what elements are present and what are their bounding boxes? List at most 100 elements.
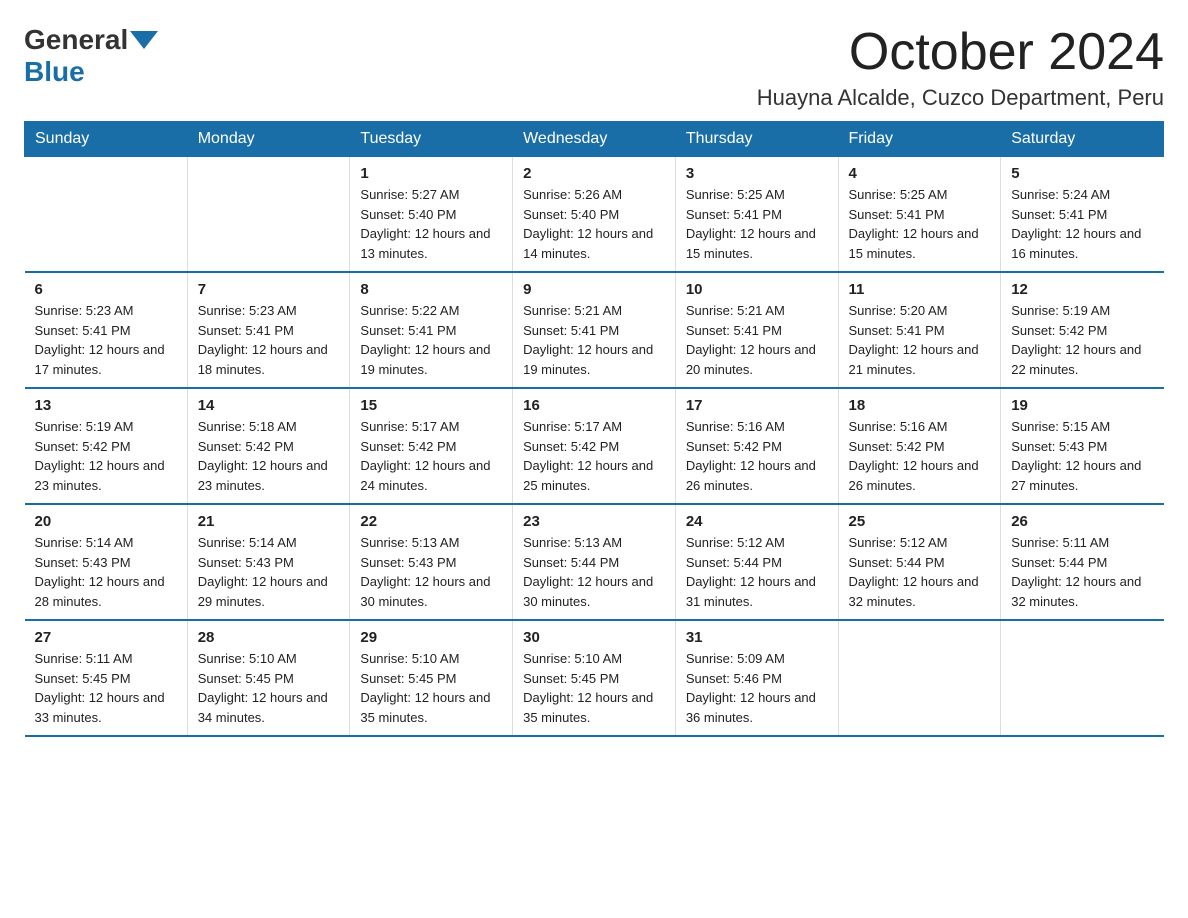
day-number: 15 (360, 397, 502, 414)
calendar-cell: 1Sunrise: 5:27 AM Sunset: 5:40 PM Daylig… (350, 157, 513, 273)
day-number: 10 (686, 281, 828, 298)
day-number: 17 (686, 397, 828, 414)
day-number: 2 (523, 165, 665, 182)
calendar-week-row: 27Sunrise: 5:11 AM Sunset: 5:45 PM Dayli… (25, 620, 1164, 736)
day-info: Sunrise: 5:11 AM Sunset: 5:44 PM Dayligh… (1011, 533, 1153, 611)
day-number: 29 (360, 629, 502, 646)
calendar-cell: 3 Sunrise: 5:25 AM Sunset: 5:41 PM Daylig… (675, 157, 838, 273)
weekday-header-wednesday: Wednesday (513, 122, 676, 157)
weekday-header-thursday: Thursday (675, 122, 838, 157)
day-number: 5 (1011, 165, 1153, 182)
calendar-header-row: SundayMondayTuesdayWednesdayThursdayFrid… (25, 122, 1164, 157)
day-number: 1 (360, 165, 502, 182)
weekday-header-saturday: Saturday (1001, 122, 1164, 157)
day-info: Sunrise: 5:25 AM Sunset: 5:41 PM Dayligh… (686, 185, 828, 263)
day-number: 7 (198, 281, 340, 298)
day-info: Sunrise: 5:10 AM Sunset: 5:45 PM Dayligh… (198, 649, 340, 727)
calendar-cell (1001, 620, 1164, 736)
calendar-cell (25, 157, 188, 273)
day-info: Sunrise: 5:21 AM Sunset: 5:41 PM Dayligh… (686, 301, 828, 379)
calendar-week-row: 6Sunrise: 5:23 AM Sunset: 5:41 PM Daylig… (25, 272, 1164, 388)
day-info: Sunrise: 5:12 AM Sunset: 5:44 PM Dayligh… (849, 533, 991, 611)
day-info: Sunrise: 5:14 AM Sunset: 5:43 PM Dayligh… (198, 533, 340, 611)
day-number: 13 (35, 397, 177, 414)
weekday-header-tuesday: Tuesday (350, 122, 513, 157)
day-number: 28 (198, 629, 340, 646)
calendar-cell: 9Sunrise: 5:21 AM Sunset: 5:41 PM Daylig… (513, 272, 676, 388)
day-number: 31 (686, 629, 828, 646)
day-number: 22 (360, 513, 502, 530)
day-number: 19 (1011, 397, 1153, 414)
calendar-cell: 21 Sunrise: 5:14 AM Sunset: 5:43 PM Dayli… (187, 504, 350, 620)
subtitle: Huayna Alcalde, Cuzco Department, Peru (757, 85, 1164, 111)
day-info: Sunrise: 5:13 AM Sunset: 5:44 PM Dayligh… (523, 533, 665, 611)
day-info: Sunrise: 5:17 AM Sunset: 5:42 PM Dayligh… (523, 417, 665, 495)
day-info: Sunrise: 5:13 AM Sunset: 5:43 PM Dayligh… (360, 533, 502, 611)
day-number: 11 (849, 281, 991, 298)
day-info: Sunrise: 5:25 AM Sunset: 5:41 PM Dayligh… (849, 185, 991, 263)
calendar-cell: 28 Sunrise: 5:10 AM Sunset: 5:45 PM Dayli… (187, 620, 350, 736)
day-info: Sunrise: 5:19 AM Sunset: 5:42 PM Dayligh… (1011, 301, 1153, 379)
calendar-cell: 27Sunrise: 5:11 AM Sunset: 5:45 PM Dayli… (25, 620, 188, 736)
logo-blue-text: Blue (24, 56, 85, 87)
calendar-cell: 31Sunrise: 5:09 AM Sunset: 5:46 PM Dayli… (675, 620, 838, 736)
calendar-cell: 8Sunrise: 5:22 AM Sunset: 5:41 PM Daylig… (350, 272, 513, 388)
day-number: 30 (523, 629, 665, 646)
calendar-cell (187, 157, 350, 273)
day-info: Sunrise: 5:22 AM Sunset: 5:41 PM Dayligh… (360, 301, 502, 379)
day-info: Sunrise: 5:23 AM Sunset: 5:41 PM Dayligh… (35, 301, 177, 379)
calendar-cell: 19 Sunrise: 5:15 AM Sunset: 5:43 PM Dayli… (1001, 388, 1164, 504)
calendar-cell: 15 Sunrise: 5:17 AM Sunset: 5:42 PM Dayli… (350, 388, 513, 504)
calendar-cell: 14 Sunrise: 5:18 AM Sunset: 5:42 PM Dayli… (187, 388, 350, 504)
day-info: Sunrise: 5:18 AM Sunset: 5:42 PM Dayligh… (198, 417, 340, 495)
calendar-cell: 2 Sunrise: 5:26 AM Sunset: 5:40 PM Daylig… (513, 157, 676, 273)
calendar-cell: 13 Sunrise: 5:19 AM Sunset: 5:42 PM Dayli… (25, 388, 188, 504)
day-info: Sunrise: 5:10 AM Sunset: 5:45 PM Dayligh… (523, 649, 665, 727)
day-info: Sunrise: 5:16 AM Sunset: 5:42 PM Dayligh… (686, 417, 828, 495)
main-title: October 2024 (757, 24, 1164, 81)
title-section: October 2024 Huayna Alcalde, Cuzco Depar… (757, 24, 1164, 111)
day-number: 20 (35, 513, 177, 530)
calendar-cell: 5 Sunrise: 5:24 AM Sunset: 5:41 PM Daylig… (1001, 157, 1164, 273)
calendar-week-row: 1Sunrise: 5:27 AM Sunset: 5:40 PM Daylig… (25, 157, 1164, 273)
day-number: 3 (686, 165, 828, 182)
day-info: Sunrise: 5:17 AM Sunset: 5:42 PM Dayligh… (360, 417, 502, 495)
calendar-cell: 4 Sunrise: 5:25 AM Sunset: 5:41 PM Daylig… (838, 157, 1001, 273)
calendar-cell: 6Sunrise: 5:23 AM Sunset: 5:41 PM Daylig… (25, 272, 188, 388)
day-number: 23 (523, 513, 665, 530)
day-info: Sunrise: 5:10 AM Sunset: 5:45 PM Dayligh… (360, 649, 502, 727)
day-info: Sunrise: 5:19 AM Sunset: 5:42 PM Dayligh… (35, 417, 177, 495)
calendar-cell: 29 Sunrise: 5:10 AM Sunset: 5:45 PM Dayli… (350, 620, 513, 736)
calendar-cell: 18Sunrise: 5:16 AM Sunset: 5:42 PM Dayli… (838, 388, 1001, 504)
day-info: Sunrise: 5:15 AM Sunset: 5:43 PM Dayligh… (1011, 417, 1153, 495)
day-number: 18 (849, 397, 991, 414)
day-number: 24 (686, 513, 828, 530)
day-info: Sunrise: 5:24 AM Sunset: 5:41 PM Dayligh… (1011, 185, 1153, 263)
day-info: Sunrise: 5:26 AM Sunset: 5:40 PM Dayligh… (523, 185, 665, 263)
calendar-cell: 7Sunrise: 5:23 AM Sunset: 5:41 PM Daylig… (187, 272, 350, 388)
calendar-cell: 24 Sunrise: 5:12 AM Sunset: 5:44 PM Dayli… (675, 504, 838, 620)
calendar-cell: 25Sunrise: 5:12 AM Sunset: 5:44 PM Dayli… (838, 504, 1001, 620)
day-number: 21 (198, 513, 340, 530)
day-number: 26 (1011, 513, 1153, 530)
calendar-cell: 20Sunrise: 5:14 AM Sunset: 5:43 PM Dayli… (25, 504, 188, 620)
weekday-header-monday: Monday (187, 122, 350, 157)
day-number: 4 (849, 165, 991, 182)
calendar-cell: 30 Sunrise: 5:10 AM Sunset: 5:45 PM Dayli… (513, 620, 676, 736)
calendar-week-row: 20 Sunrise: 5:14 AM Sunset: 5:43 PM Dayli… (25, 504, 1164, 620)
calendar-cell: 12 Sunrise: 5:19 AM Sunset: 5:42 PM Dayli… (1001, 272, 1164, 388)
calendar-cell: 11Sunrise: 5:20 AM Sunset: 5:41 PM Dayli… (838, 272, 1001, 388)
calendar-cell (838, 620, 1001, 736)
logo-general-text: General (24, 24, 128, 56)
calendar-cell: 10 Sunrise: 5:21 AM Sunset: 5:41 PM Dayli… (675, 272, 838, 388)
calendar-week-row: 13 Sunrise: 5:19 AM Sunset: 5:42 PM Dayli… (25, 388, 1164, 504)
day-number: 12 (1011, 281, 1153, 298)
day-number: 14 (198, 397, 340, 414)
weekday-header-sunday: Sunday (25, 122, 188, 157)
calendar-cell: 16Sunrise: 5:17 AM Sunset: 5:42 PM Dayli… (513, 388, 676, 504)
day-info: Sunrise: 5:12 AM Sunset: 5:44 PM Dayligh… (686, 533, 828, 611)
calendar-table: SundayMondayTuesdayWednesdayThursdayFrid… (24, 121, 1164, 737)
calendar-cell: 23 Sunrise: 5:13 AM Sunset: 5:44 PM Dayli… (513, 504, 676, 620)
calendar-cell: 22 Sunrise: 5:13 AM Sunset: 5:43 PM Dayli… (350, 504, 513, 620)
day-info: Sunrise: 5:21 AM Sunset: 5:41 PM Dayligh… (523, 301, 665, 379)
